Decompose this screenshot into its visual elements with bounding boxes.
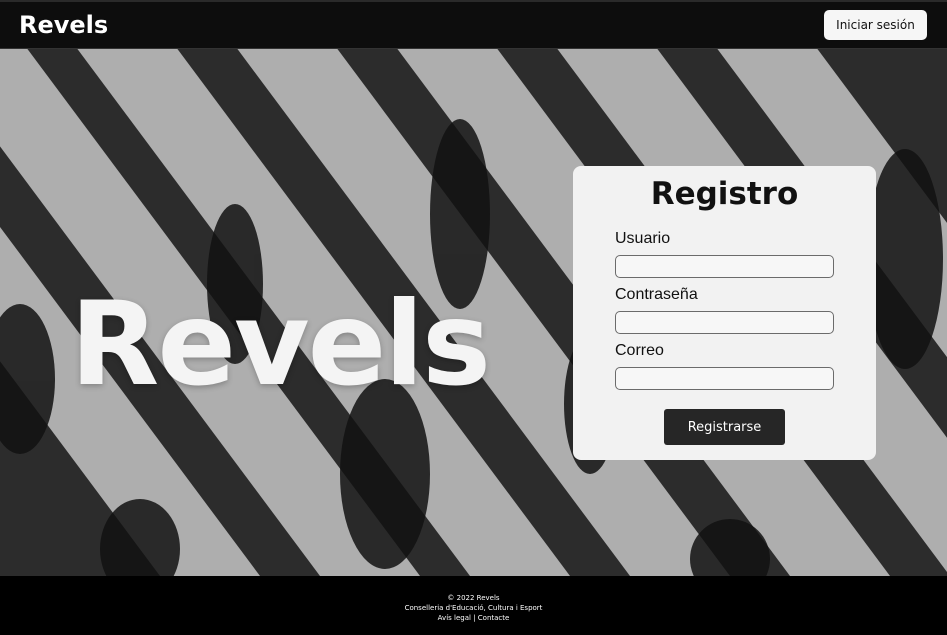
footer-copyright: © 2022 Revels [447,594,500,602]
register-title: Registro [650,176,799,212]
register-card: Registro Usuario Contraseña Correo Regis… [573,166,876,460]
footer-org: Conselleria d'Educació, Cultura i Esport [404,604,543,612]
footer-separator: | [473,614,476,622]
hero-title: Revels [70,277,491,412]
username-input[interactable] [615,255,834,278]
top-navbar: Revels Iniciar sesión [0,0,947,49]
legal-notice-link[interactable]: Avís legal [438,614,471,622]
register-button[interactable]: Registrarse [664,409,785,445]
hero-section: Revels Registro Usuario Contraseña Corre… [0,49,947,576]
brand-logo[interactable]: Revels [19,11,108,39]
footer-links: Avís legal | Contacte [0,613,947,623]
contact-link[interactable]: Contacte [478,614,510,622]
password-label: Contraseña [615,286,698,303]
username-label: Usuario [615,230,671,247]
login-button[interactable]: Iniciar sesión [824,10,927,40]
email-label: Correo [615,342,664,359]
email-input[interactable] [615,367,834,390]
footer: © 2022 Revels Conselleria d'Educació, Cu… [0,576,947,635]
password-input[interactable] [615,311,834,334]
